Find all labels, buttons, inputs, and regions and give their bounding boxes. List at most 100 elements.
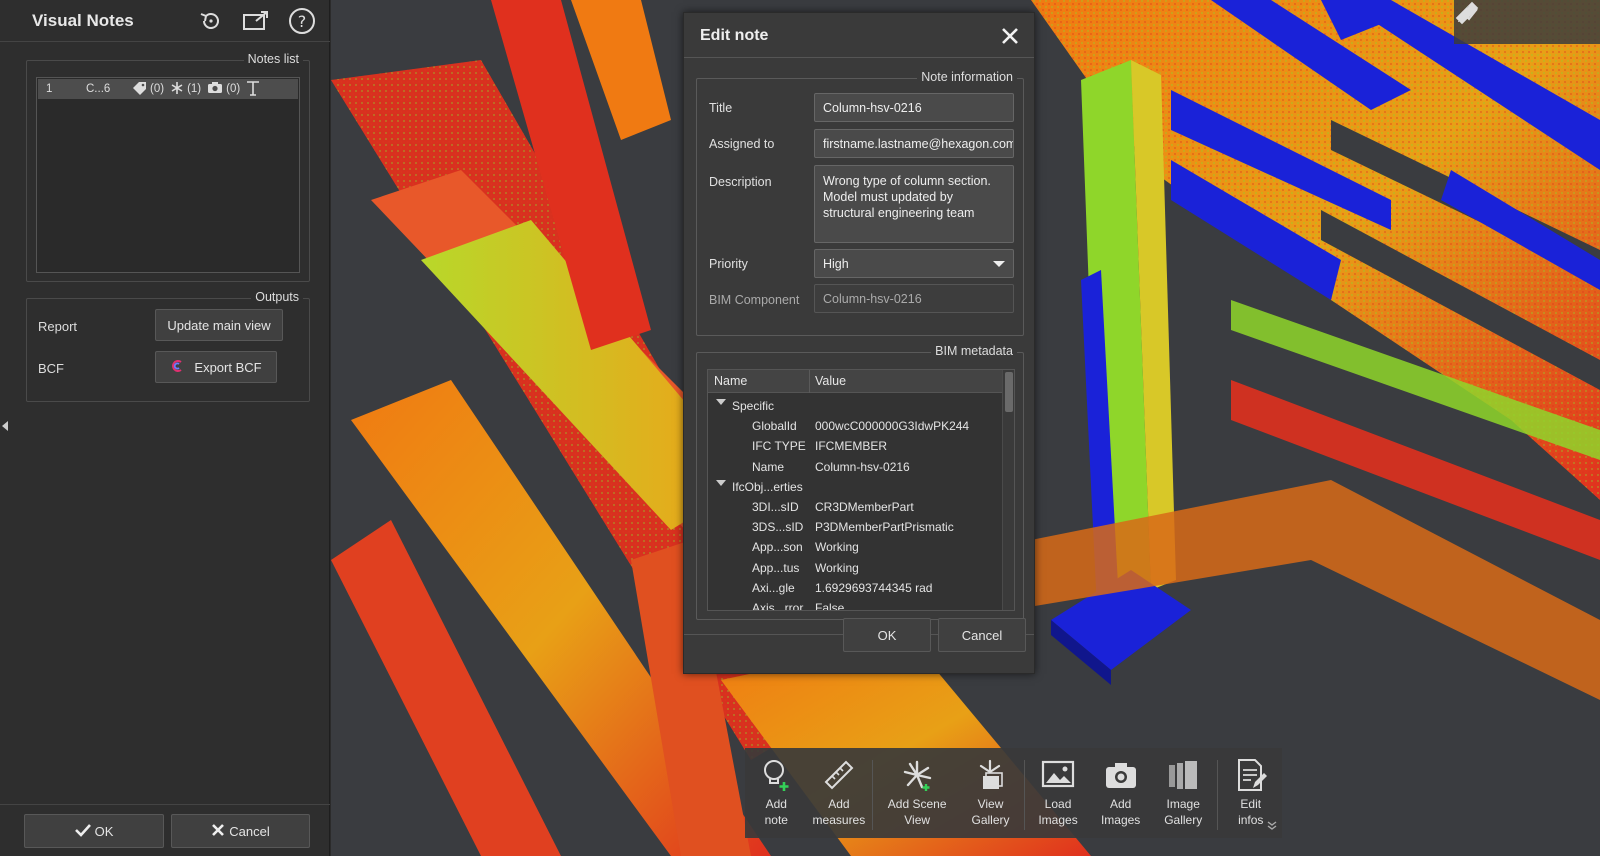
row-value: CR3DMemberPart	[815, 500, 914, 514]
scrollbar-thumb[interactable]	[1005, 372, 1013, 412]
panel-header: Visual Notes ?	[0, 0, 330, 42]
description-textarea[interactable]: Wrong type of column section. Model must…	[814, 165, 1014, 243]
table-row[interactable]: Axis...rror False	[708, 598, 1003, 611]
view-gallery-label: View Gallery	[971, 797, 1010, 827]
collapse-panel-arrow-icon[interactable]	[0, 416, 10, 436]
notes-list-title: Notes list	[243, 52, 303, 66]
row-name: Axis...rror	[752, 601, 804, 611]
row-value: Column-hsv-0216	[815, 459, 910, 474]
bim-metadata-table[interactable]: Name Value Specific GlobalId 000wcC000000G…	[707, 369, 1015, 611]
column-header-name[interactable]: Name	[714, 374, 747, 388]
edit-infos-label: Edit infos	[1238, 797, 1264, 827]
view-gallery-icon	[974, 758, 1008, 792]
svg-text:?: ?	[298, 12, 307, 31]
export-bcf-button[interactable]: Export BCF	[155, 351, 277, 383]
chevron-down-icon	[993, 261, 1005, 267]
report-label: Report	[38, 319, 78, 334]
row-value: 1.6929693744345 rad	[815, 580, 933, 595]
bim-component-input: Column-hsv-0216	[814, 284, 1014, 313]
row-name: 3DS...sID	[752, 520, 804, 535]
note-information-group: Note information Title Column-hsv-0216 A…	[696, 70, 1024, 336]
row-name: IfcObj...erties	[732, 479, 803, 494]
row-name: GlobalId	[752, 419, 797, 434]
image-gallery-button[interactable]: Image Gallery	[1152, 758, 1215, 828]
note-name: C...6	[86, 83, 111, 95]
edit-note-dialog: Edit note Note information Title Column-…	[683, 12, 1035, 674]
panel-footer: OK Cancel	[0, 804, 330, 856]
tag-count: (0)	[150, 83, 165, 95]
scene-view-small-icon	[170, 81, 184, 98]
tree-group-row[interactable]: Specific	[708, 396, 1003, 416]
table-row[interactable]: GlobalId 000wcC000000G3IdwPK244	[708, 416, 1003, 436]
table-row[interactable]: App...son Working	[708, 537, 1003, 557]
notes-list[interactable]: 1 C...6 (0) (1) (0)	[36, 77, 300, 273]
scrollbar[interactable]	[1002, 370, 1014, 610]
image-count: (0)	[226, 83, 241, 95]
table-row[interactable]: Name Column-hsv-0216	[708, 457, 1003, 477]
note-index: 1	[46, 83, 53, 95]
column-header-value[interactable]: Value	[815, 374, 846, 388]
note-row[interactable]: 1 C...6 (0) (1) (0)	[38, 79, 298, 99]
expand-triangle-icon[interactable]	[716, 399, 726, 405]
add-measures-label: Add measures	[812, 797, 866, 827]
table-row[interactable]: 3DI...sID CR3DMemberPart	[708, 497, 1003, 517]
add-scene-view-label: Add Scene View	[887, 797, 947, 827]
close-icon[interactable]	[996, 22, 1024, 50]
load-images-button[interactable]: Load Images	[1027, 758, 1090, 828]
visual-notes-panel: Visual Notes ? Notes list 1 C...6 (0) (1…	[0, 0, 330, 856]
toolbar-separator	[1216, 760, 1218, 830]
row-value: IFCMEMBER	[815, 439, 887, 454]
add-measures-button[interactable]: Add measures	[808, 758, 871, 828]
add-images-button[interactable]: Add Images	[1089, 758, 1152, 828]
row-name: Specific	[732, 399, 775, 413]
title-input[interactable]: Column-hsv-0216	[814, 93, 1014, 122]
camera-small-icon	[207, 81, 223, 97]
view-count: (1)	[187, 83, 202, 95]
table-row[interactable]: 3DS...sID P3DMemberPartPrismatic	[708, 517, 1003, 537]
add-note-button[interactable]: Add note	[745, 758, 808, 828]
row-value: 000wcC000000G3IdwPK244	[815, 419, 970, 434]
dialog-title: Edit note	[700, 27, 769, 44]
image-icon	[1041, 758, 1075, 792]
reset-icon[interactable]	[196, 6, 226, 36]
table-row[interactable]: App...tus Working	[708, 558, 1003, 578]
table-row[interactable]: IFC TYPE IFCMEMBER	[708, 436, 1003, 456]
tree-group-row[interactable]: IfcObj...erties	[708, 477, 1003, 497]
export-window-icon[interactable]	[241, 6, 271, 36]
add-scene-view-button[interactable]: Add Scene View	[875, 758, 959, 828]
priority-select[interactable]: High	[814, 249, 1014, 278]
row-name: App...son	[752, 540, 803, 555]
panel-cancel-button[interactable]: Cancel	[171, 814, 310, 848]
title-label: Title	[709, 101, 733, 115]
toolbar-expand-icon[interactable]	[1266, 819, 1278, 834]
edit-infos-icon	[1234, 758, 1268, 792]
scene-view-icon	[900, 758, 934, 792]
column-divider[interactable]	[809, 370, 810, 393]
priority-label: Priority	[709, 257, 748, 271]
description-label: Description	[709, 175, 772, 189]
help-icon[interactable]: ?	[287, 6, 317, 36]
dialog-cancel-button[interactable]: Cancel	[938, 618, 1026, 652]
dialog-ok-button[interactable]: OK	[843, 618, 931, 652]
load-images-label: Load Images	[1038, 797, 1078, 827]
add-note-icon	[759, 758, 793, 792]
outputs-title: Outputs	[251, 290, 303, 304]
edit-infos-button[interactable]: Edit infos	[1219, 758, 1282, 828]
expand-triangle-icon[interactable]	[716, 479, 726, 486]
update-main-view-button[interactable]: Update main view	[155, 309, 283, 341]
table-row[interactable]: Axi...gle 1.6929693744345 rad	[708, 578, 1003, 598]
text-icon	[246, 80, 260, 99]
export-bcf-label: Export BCF	[194, 359, 262, 375]
note-information-title: Note information	[917, 70, 1017, 84]
panel-ok-button[interactable]: OK	[24, 814, 164, 848]
row-name: 3DI...sID	[752, 500, 799, 514]
row-name: IFC TYPE	[752, 439, 806, 454]
tag-icon	[132, 81, 148, 98]
row-name: App...tus	[752, 560, 800, 575]
row-name: Axi...gle	[752, 580, 795, 595]
notes-toolbar: Add note Add measures Add Scene View Vie…	[745, 748, 1282, 838]
row-value: Working	[815, 560, 859, 575]
view-gallery-button[interactable]: View Gallery	[959, 758, 1022, 828]
assigned-to-input[interactable]: firstname.lastname@hexagon.com	[814, 129, 1014, 158]
bcf-label: BCF	[38, 361, 64, 376]
